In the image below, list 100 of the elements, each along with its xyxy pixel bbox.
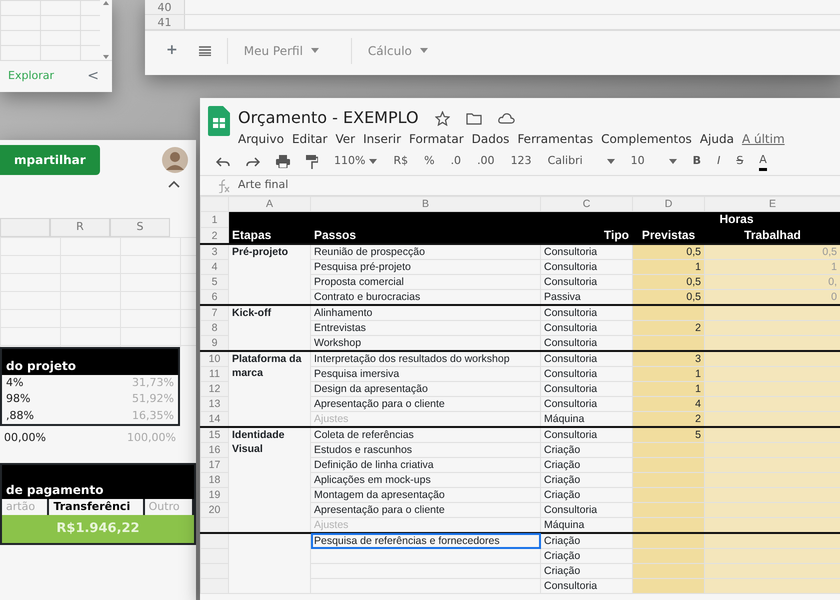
menu-icon[interactable]	[198, 46, 211, 56]
row-number: 4	[200, 260, 228, 274]
table-cell-text: ,88%	[6, 408, 34, 424]
paint-roller-icon[interactable]	[306, 154, 318, 168]
row-number: 20	[200, 502, 228, 518]
folder-icon[interactable]	[466, 112, 482, 124]
increase-decimals-button[interactable]: .00	[477, 153, 495, 170]
row-number: 11	[200, 366, 228, 382]
avatar-icon[interactable]	[162, 147, 188, 173]
bold-button[interactable]: B	[692, 153, 702, 170]
font-size-dropdown[interactable]: 10	[630, 153, 677, 170]
table-cell[interactable]: Interpretação dos resultados do workshop	[310, 351, 540, 366]
font-dropdown[interactable]: Calibri	[548, 153, 615, 170]
table-cell[interactable]: Pesquisa de referências e fornecedores	[310, 533, 540, 548]
chevron-up-icon[interactable]	[168, 180, 180, 188]
row-number: 17	[200, 458, 228, 472]
table-cell	[632, 458, 704, 472]
redo-icon[interactable]	[246, 156, 260, 166]
column-header[interactable]: C	[540, 196, 632, 212]
row-number: 7	[200, 305, 228, 320]
column-header[interactable]: B	[310, 196, 540, 212]
zoom-dropdown[interactable]: 110%	[334, 153, 378, 170]
table-cell: 5	[632, 427, 704, 442]
table-cell: 1	[632, 260, 704, 274]
row-number: 8	[200, 320, 228, 336]
column-header[interactable]: D	[632, 196, 704, 212]
table-cell: Consultoria	[540, 274, 632, 290]
menu-item[interactable]: Arquivo	[238, 130, 284, 148]
table-cell[interactable]: Estudos e rascunhos	[310, 442, 540, 458]
table-cell[interactable]: Reunião de prospecção	[310, 244, 540, 260]
last-edit-link[interactable]: A últim	[742, 130, 785, 148]
table-cell[interactable]: Pesquisa pré-projeto	[310, 260, 540, 274]
table-cell: 2	[632, 320, 704, 336]
number-format-button[interactable]: 123	[510, 153, 532, 170]
menu-item[interactable]: Inserir	[363, 130, 402, 148]
table-cell: Consultoria	[540, 396, 632, 412]
row-number: 3	[200, 244, 228, 260]
column-heading: Horas	[632, 212, 840, 228]
table-cell[interactable]: Alinhamento	[310, 305, 540, 320]
menu-item[interactable]: Editar	[292, 130, 328, 148]
column-header[interactable]: S	[110, 218, 170, 236]
table-cell[interactable]: Aplicações em mock-ups	[310, 472, 540, 488]
column-header[interactable]: A	[228, 196, 310, 212]
table-cell: 1	[704, 260, 840, 274]
add-sheet-button[interactable]: +	[161, 39, 183, 62]
star-icon[interactable]	[434, 110, 450, 126]
table-cell[interactable]: Pesquisa imersiva	[310, 366, 540, 382]
table-cell: Criação	[540, 564, 632, 578]
table-cell: 0,5	[632, 274, 704, 290]
italic-button[interactable]: I	[717, 153, 720, 170]
table-cell[interactable]: Apresentação para o cliente	[310, 396, 540, 412]
caret-icon	[606, 159, 615, 164]
table-cell: Consultoria	[540, 578, 632, 594]
table-cell: 1	[632, 366, 704, 382]
decrease-decimals-button[interactable]: .0	[450, 153, 462, 170]
table-cell[interactable]: Proposta comercial	[310, 274, 540, 290]
table-cell	[632, 488, 704, 502]
strikethrough-button[interactable]: S	[736, 153, 744, 170]
table-cell	[632, 305, 704, 320]
table-cell[interactable]: Coleta de referências	[310, 427, 540, 442]
row-number: 16	[200, 442, 228, 458]
share-button[interactable]: mpartilhar	[0, 145, 100, 175]
table-title: do projeto	[2, 348, 178, 374]
table-cell	[632, 564, 704, 578]
text-color-button[interactable]: A	[759, 152, 767, 172]
menu-item[interactable]: Ajuda	[700, 130, 734, 148]
caret-icon[interactable]	[310, 48, 319, 53]
table-cell: 0,5	[632, 244, 704, 260]
table-cell	[632, 442, 704, 458]
scroll-down-icon[interactable]	[102, 54, 110, 60]
cloud-icon[interactable]	[498, 112, 515, 124]
percent-button[interactable]: %	[424, 153, 435, 170]
table-cell[interactable]: Definição de linha criativa	[310, 458, 540, 472]
collapse-button[interactable]: <	[82, 65, 104, 88]
column-header[interactable]: R	[50, 218, 110, 236]
print-icon[interactable]	[276, 155, 290, 168]
menu-item[interactable]: Ferramentas	[517, 130, 594, 148]
table-cell: Consultoria	[540, 320, 632, 336]
menu-item[interactable]: Complementos	[601, 130, 692, 148]
table-cell: Consultoria	[540, 427, 632, 442]
currency-button[interactable]: R$	[393, 153, 408, 170]
table-cell: Criação	[540, 458, 632, 472]
table-cell	[632, 533, 704, 548]
formula-text[interactable]: Arte final	[238, 177, 288, 194]
menu-item[interactable]: Dados	[472, 130, 510, 148]
menu-item[interactable]: Ver	[335, 130, 356, 148]
undo-icon[interactable]	[216, 156, 230, 166]
table-cell[interactable]: Apresentação para o cliente	[310, 502, 540, 518]
menu-item[interactable]: Formatar	[409, 130, 464, 148]
table-title: de pagamento	[2, 464, 194, 498]
spreadsheet-logo-icon[interactable]	[208, 106, 230, 136]
table-cell[interactable]: Entrevistas	[310, 320, 540, 336]
table-cell: Consultoria	[540, 260, 632, 274]
scroll-up-icon[interactable]	[102, 0, 110, 6]
caret-icon[interactable]	[420, 48, 428, 53]
column-header[interactable]: E	[704, 196, 840, 212]
document-title[interactable]: Orçamento - EXEMPLO	[238, 106, 419, 130]
table-cell[interactable]: Montagem da apresentação	[310, 488, 540, 502]
table-cell[interactable]: Design da apresentação	[310, 382, 540, 396]
table-cell-text: 4%	[6, 374, 24, 390]
